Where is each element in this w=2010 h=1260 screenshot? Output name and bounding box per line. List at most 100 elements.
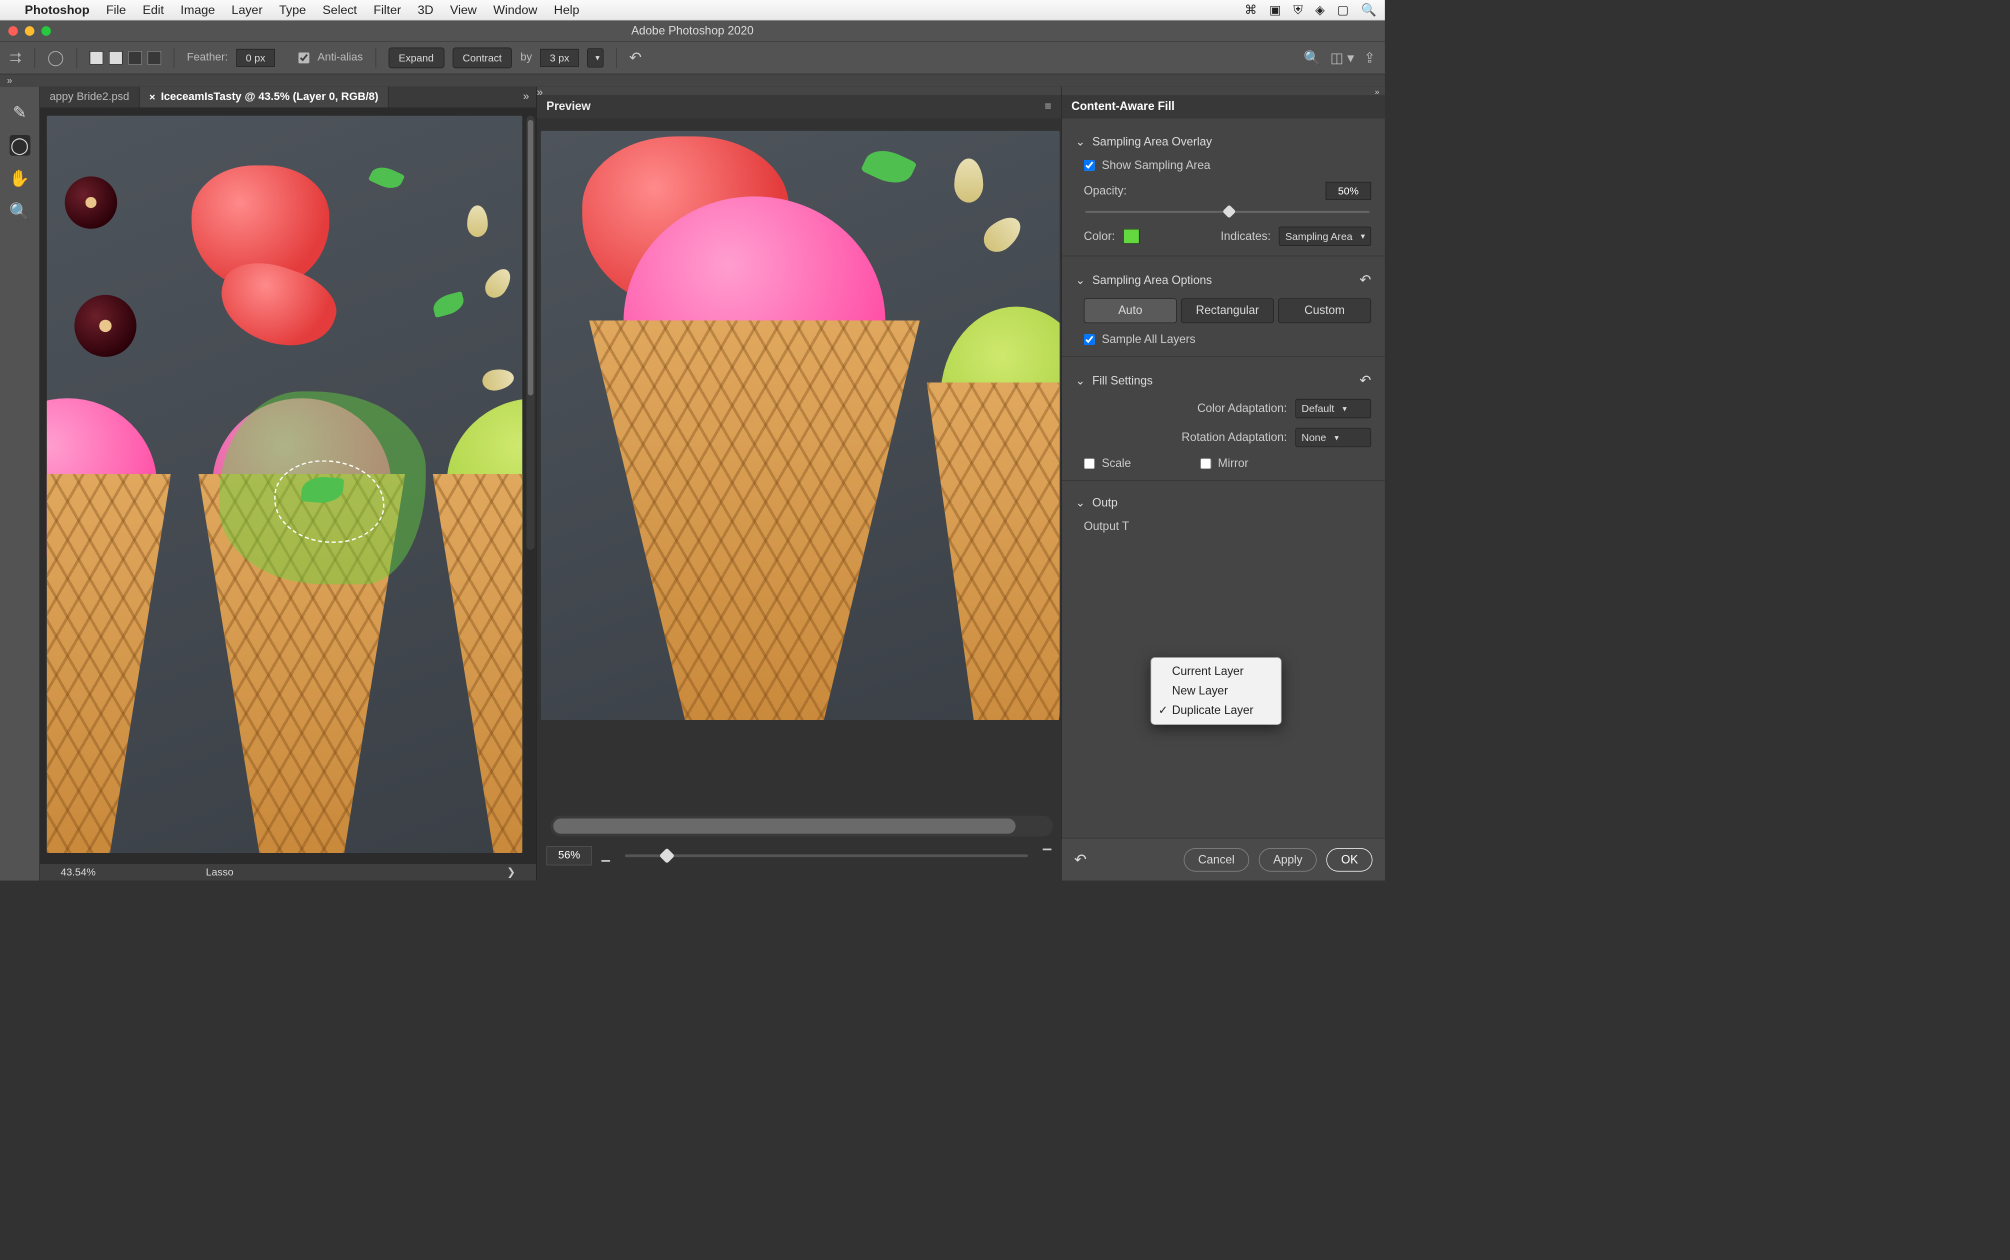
section-sampling-options[interactable]: ⌄ Sampling Area Options ↶ bbox=[1062, 262, 1385, 299]
show-sampling-checkbox[interactable] bbox=[1084, 160, 1095, 171]
color-label: Color: bbox=[1084, 229, 1115, 243]
expand-button[interactable]: Expand bbox=[388, 48, 444, 69]
workspace-icon[interactable]: ◫ ▾ bbox=[1330, 49, 1354, 66]
menu-window[interactable]: Window bbox=[493, 3, 537, 17]
selection-add-icon[interactable] bbox=[109, 51, 123, 65]
tray-cube-icon[interactable]: ◈ bbox=[1315, 3, 1325, 17]
apply-button[interactable]: Apply bbox=[1259, 848, 1317, 871]
menu-select[interactable]: Select bbox=[323, 3, 357, 17]
section-sampling-overlay[interactable]: ⌄ Sampling Area Overlay bbox=[1062, 125, 1385, 158]
window-titlebar: Adobe Photoshop 2020 bbox=[0, 21, 1385, 42]
section-label: Fill Settings bbox=[1092, 374, 1153, 388]
mirror-label: Mirror bbox=[1218, 457, 1249, 471]
ok-button[interactable]: OK bbox=[1327, 848, 1373, 871]
window-minimize-button[interactable] bbox=[25, 26, 35, 36]
menu-3d[interactable]: 3D bbox=[418, 3, 434, 17]
reset-icon[interactable]: ↶ bbox=[1360, 271, 1372, 288]
status-zoom[interactable]: 43.54% bbox=[61, 866, 96, 878]
dock-chevron-left-icon[interactable]: » bbox=[0, 74, 12, 86]
tab-close-icon[interactable]: × bbox=[149, 91, 155, 103]
reset-icon[interactable]: ↶ bbox=[629, 49, 642, 67]
color-adapt-select[interactable]: Default bbox=[1295, 399, 1371, 418]
antialias-checkbox[interactable] bbox=[298, 52, 309, 63]
rotation-adapt-select[interactable]: None bbox=[1295, 428, 1371, 447]
menu-image[interactable]: Image bbox=[181, 3, 215, 17]
selection-intersect-icon[interactable] bbox=[148, 51, 162, 65]
mirror-checkbox[interactable] bbox=[1200, 458, 1211, 469]
by-dropdown-icon[interactable] bbox=[587, 48, 604, 67]
brush-tool-icon[interactable]: ✎ bbox=[9, 102, 30, 123]
hand-tool-icon[interactable]: ✋ bbox=[9, 168, 30, 189]
color-swatch[interactable] bbox=[1123, 229, 1140, 244]
segment-auto[interactable]: Auto bbox=[1084, 298, 1177, 323]
home-icon[interactable]: ⮆ bbox=[10, 49, 22, 67]
contract-button[interactable]: Contract bbox=[452, 48, 512, 69]
reset-all-icon[interactable]: ↶ bbox=[1074, 851, 1087, 869]
preview-overflow-icon[interactable]: » bbox=[537, 87, 547, 95]
opacity-input[interactable] bbox=[1326, 182, 1371, 200]
menu-edit[interactable]: Edit bbox=[143, 3, 164, 17]
feather-input[interactable] bbox=[236, 49, 275, 67]
menu-help[interactable]: Help bbox=[554, 3, 580, 17]
preview-horizontal-scrollbar[interactable] bbox=[551, 816, 1053, 837]
share-icon[interactable]: ⇪ bbox=[1364, 49, 1376, 66]
output-to-label: Output T bbox=[1084, 520, 1129, 534]
document-canvas[interactable] bbox=[47, 116, 522, 853]
cancel-button[interactable]: Cancel bbox=[1184, 848, 1249, 871]
menu-file[interactable]: File bbox=[106, 3, 126, 17]
chevron-down-icon: ⌄ bbox=[1076, 496, 1086, 510]
vertical-scrollbar[interactable] bbox=[526, 116, 534, 550]
zoom-in-icon[interactable]: ▔ bbox=[1043, 849, 1051, 863]
segment-rectangular[interactable]: Rectangular bbox=[1181, 298, 1274, 323]
app-name[interactable]: Photoshop bbox=[25, 3, 90, 17]
sample-all-checkbox[interactable] bbox=[1084, 334, 1095, 345]
tray-shield-icon[interactable]: ⛨ bbox=[1293, 3, 1302, 17]
tray-creative-cloud-icon[interactable]: ⌘ bbox=[1244, 3, 1256, 17]
menu-type[interactable]: Type bbox=[279, 3, 306, 17]
preview-zoom-input[interactable] bbox=[546, 846, 591, 865]
preview-header: Preview ≡ bbox=[537, 95, 1061, 118]
dropdown-item[interactable]: New Layer bbox=[1151, 681, 1281, 700]
document-canvas-area[interactable] bbox=[40, 107, 536, 864]
section-output[interactable]: ⌄ Outp bbox=[1062, 486, 1385, 519]
search-icon[interactable]: 🔍 bbox=[1303, 49, 1320, 66]
preview-zoom-controls: ▁ ▔ bbox=[537, 842, 1061, 881]
window-title: Adobe Photoshop 2020 bbox=[0, 24, 1385, 38]
menu-view[interactable]: View bbox=[450, 3, 477, 17]
by-input[interactable] bbox=[540, 49, 579, 67]
document-tab[interactable]: × IceceamIsTasty @ 43.5% (Layer 0, RGB/8… bbox=[140, 87, 389, 108]
opacity-slider[interactable] bbox=[1085, 211, 1370, 213]
indicates-select[interactable]: Sampling Area bbox=[1279, 227, 1371, 246]
panel-overflow-icon[interactable]: » bbox=[1375, 87, 1380, 95]
opacity-label: Opacity: bbox=[1084, 184, 1127, 198]
segment-custom[interactable]: Custom bbox=[1278, 298, 1371, 323]
current-tool-icon[interactable]: ◯ bbox=[47, 49, 64, 67]
menu-filter[interactable]: Filter bbox=[374, 3, 402, 17]
preview-title: Preview bbox=[546, 100, 590, 114]
dropdown-item[interactable]: Current Layer bbox=[1151, 662, 1281, 681]
zoom-out-icon[interactable]: ▁ bbox=[601, 849, 609, 863]
preview-canvas-area[interactable] bbox=[537, 119, 1061, 801]
tray-bridge-icon[interactable]: ▣ bbox=[1269, 3, 1281, 17]
scale-checkbox[interactable] bbox=[1084, 458, 1095, 469]
window-close-button[interactable] bbox=[8, 26, 18, 36]
selection-new-icon[interactable] bbox=[90, 51, 104, 65]
selection-subtract-icon[interactable] bbox=[128, 51, 142, 65]
status-chevron-icon[interactable]: ❯ bbox=[507, 866, 516, 878]
window-zoom-button[interactable] bbox=[41, 26, 51, 36]
menu-layer[interactable]: Layer bbox=[232, 3, 263, 17]
tab-overflow-icon[interactable]: » bbox=[516, 87, 536, 108]
section-fill-settings[interactable]: ⌄ Fill Settings ↶ bbox=[1062, 362, 1385, 399]
document-tab[interactable]: appy Bride2.psd bbox=[40, 87, 140, 108]
reset-icon[interactable]: ↶ bbox=[1360, 372, 1372, 389]
panel-footer: ↶ Cancel Apply OK bbox=[1062, 838, 1385, 881]
zoom-tool-icon[interactable]: 🔍 bbox=[9, 201, 30, 222]
scale-label: Scale bbox=[1102, 457, 1131, 471]
dropdown-item[interactable]: Duplicate Layer bbox=[1151, 701, 1281, 720]
selection-mode-icons bbox=[90, 51, 162, 65]
preview-zoom-slider[interactable] bbox=[625, 854, 1028, 857]
lasso-tool-icon[interactable]: ◯ bbox=[9, 135, 30, 156]
tray-search-icon[interactable]: 🔍 bbox=[1361, 3, 1376, 17]
tray-fullscreen-icon[interactable]: ▢ bbox=[1337, 3, 1349, 17]
preview-menu-icon[interactable]: ≡ bbox=[1045, 100, 1052, 114]
